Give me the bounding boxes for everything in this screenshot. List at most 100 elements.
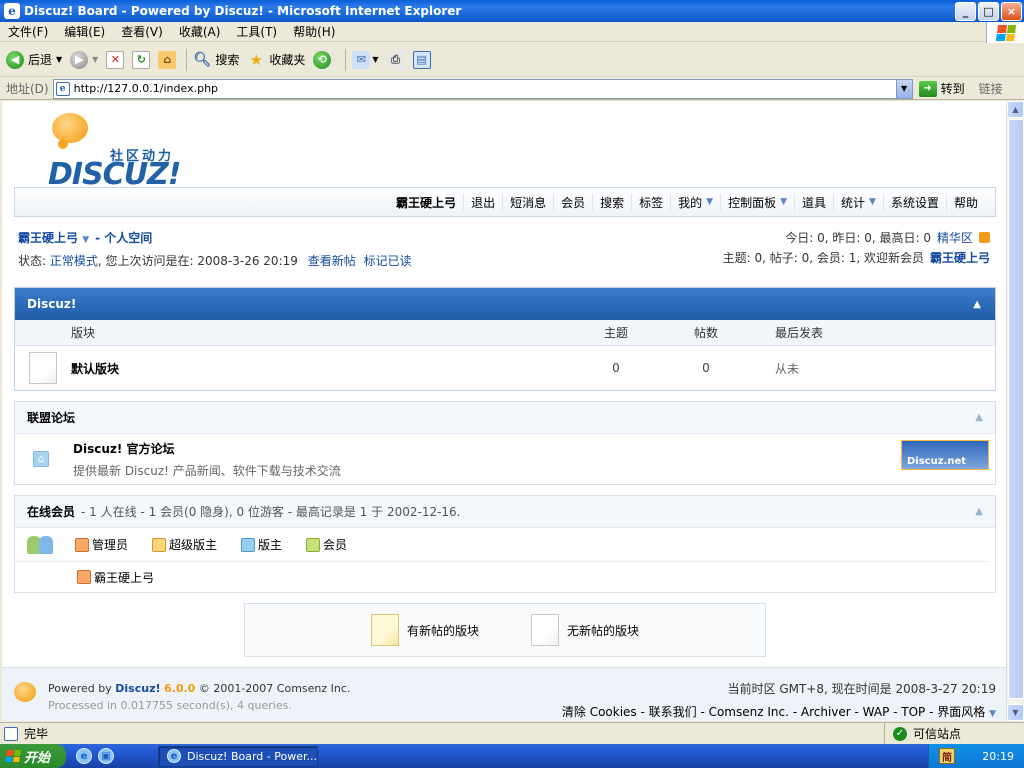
mail-dropdown-icon[interactable]: ▼	[372, 55, 378, 64]
close-button[interactable]: ×	[1001, 1, 1022, 21]
mark-read-link[interactable]: 标记已读	[364, 254, 412, 268]
favorites-button[interactable]: ★ 收藏夹	[247, 51, 306, 69]
back-dropdown-icon[interactable]: ▼	[56, 55, 62, 64]
digest-link[interactable]: 精华区	[937, 229, 973, 246]
window-title: Discuz! Board - Powered by Discuz! - Mic…	[24, 4, 462, 18]
edit-page-icon[interactable]: ▤	[412, 50, 431, 69]
forward-arrow-icon: ▶	[70, 50, 89, 69]
nav-stats[interactable]: 统计 ▼	[833, 193, 883, 211]
online-summary: - 1 人在线 - 1 会员(0 隐身), 0 位游客 - 最高记录是 1 于 …	[81, 505, 461, 519]
online-user-link[interactable]: 霸王硬上弓	[94, 569, 154, 586]
search-button[interactable]: 🔍︎ 搜索	[193, 51, 239, 69]
stop-icon[interactable]: ✕	[106, 50, 125, 69]
footer: Powered by Discuz! 6.0.0 © 2001-2007 Com…	[2, 667, 1006, 721]
nav-search[interactable]: 搜索	[592, 193, 631, 211]
start-label: 开始	[24, 750, 51, 766]
minimize-button[interactable]: _	[955, 1, 976, 21]
back-button[interactable]: ◀ 后退 ▼	[6, 50, 62, 69]
history-icon[interactable]: ⟲	[313, 50, 332, 69]
daily-stats: 今日: 0, 昨日: 0, 最高日: 0	[785, 230, 931, 245]
go-button[interactable]: ➜ 转到	[918, 80, 965, 97]
nav-tags[interactable]: 标签	[631, 193, 670, 211]
collapse-icon[interactable]: ▲	[973, 299, 981, 310]
scroll-down-icon[interactable]: ▼	[1007, 704, 1024, 721]
maximize-button[interactable]: □	[978, 1, 999, 21]
logo-bubble-icon	[52, 113, 88, 149]
footer-links[interactable]: 清除 Cookies - 联系我们 - Comsenz Inc. - Archi…	[562, 705, 985, 719]
menu-edit[interactable]: 编辑(E)	[56, 23, 113, 40]
menu-help[interactable]: 帮助(H)	[285, 23, 343, 40]
personal-space-link[interactable]: - 个人空间	[95, 229, 152, 246]
taskbar: 开始 e ▣ e Discuz! Board - Power... 简 20:1…	[0, 744, 1024, 768]
site-logo[interactable]: 社区动力 DISCUZ!	[48, 111, 188, 192]
forum-name-link[interactable]: 默认版块	[71, 360, 571, 377]
vertical-scrollbar[interactable]: ▲ ▼	[1006, 101, 1024, 721]
alliance-logo[interactable]: Discuz.net	[901, 440, 989, 470]
ie-quicklaunch-icon[interactable]: e	[76, 748, 92, 764]
product-link[interactable]: Discuz!	[115, 682, 160, 695]
copyright[interactable]: © 2001-2007 Comsenz Inc.	[199, 682, 351, 695]
mode-link[interactable]: 正常模式	[50, 254, 98, 268]
powered-by: Powered by	[48, 682, 112, 695]
total-stats: 主题: 0, 帖子: 0, 会员: 1, 欢迎新会员	[722, 250, 924, 265]
print-icon[interactable]: ⎙	[386, 50, 405, 69]
rss-icon[interactable]	[979, 231, 990, 243]
links-button[interactable]: 链接	[979, 80, 1003, 97]
legend-moderator: 版主	[258, 538, 283, 552]
taskbar-window-button[interactable]: e Discuz! Board - Power...	[158, 745, 318, 767]
nav-help[interactable]: 帮助	[945, 193, 985, 211]
forum-posts: 0	[702, 361, 710, 375]
menu-view[interactable]: 查看(V)	[113, 23, 171, 40]
nav-messages[interactable]: 短消息	[502, 193, 553, 211]
nav-my[interactable]: 我的 ▼	[670, 193, 720, 211]
go-arrow-icon: ➜	[918, 80, 937, 97]
menu-file[interactable]: 文件(F)	[0, 23, 56, 40]
legend-none: 无新帖的版块	[567, 623, 640, 638]
nav-control-panel[interactable]: 控制面板 ▼	[720, 193, 794, 211]
refresh-icon[interactable]: ↻	[132, 50, 151, 69]
mail-icon[interactable]: ✉	[352, 50, 371, 69]
nav-system-settings[interactable]: 系统设置	[882, 193, 946, 211]
forward-dropdown-icon[interactable]: ▼	[92, 55, 98, 64]
forward-button[interactable]: ▶ ▼	[70, 50, 98, 69]
scroll-up-icon[interactable]: ▲	[1007, 101, 1024, 118]
newest-member-link[interactable]: 霸王硬上弓	[930, 249, 990, 266]
scroll-thumb[interactable]	[1008, 119, 1024, 699]
online-title[interactable]: 在线会员	[27, 505, 75, 519]
toolbar: ◀ 后退 ▼ ▶ ▼ ✕ ↻ ⌂ 🔍︎ 搜索 ★ 收藏夹 ⟲ ✉ ▼ ⎙ ▤	[0, 43, 1024, 77]
start-button[interactable]: 开始	[0, 744, 66, 768]
go-label: 转到	[940, 82, 965, 96]
collapse-icon[interactable]: ▲	[975, 506, 983, 517]
back-label: 后退	[28, 53, 53, 67]
home-icon: ⌂	[33, 451, 49, 467]
menu-tools[interactable]: 工具(T)	[228, 23, 285, 40]
forum-table-header: 版块 主题 帖数 最后发表	[15, 320, 995, 346]
back-arrow-icon: ◀	[6, 50, 24, 69]
ie-icon: e	[167, 749, 181, 763]
home-icon[interactable]: ⌂	[158, 50, 177, 69]
forum-threads: 0	[612, 361, 620, 375]
security-zone[interactable]: ✓ 可信站点	[884, 722, 1024, 745]
nav-members[interactable]: 会员	[553, 193, 592, 211]
address-input[interactable]: e http://127.0.0.1/index.php ▼	[52, 78, 913, 99]
col-posts: 帖数	[693, 326, 718, 340]
menu-favorites[interactable]: 收藏(A)	[171, 23, 229, 40]
collapse-icon[interactable]: ▲	[975, 412, 983, 423]
address-url[interactable]: http://127.0.0.1/index.php	[74, 82, 896, 95]
nav-logout[interactable]: 退出	[463, 193, 502, 211]
desktop-quicklaunch-icon[interactable]: ▣	[98, 748, 114, 764]
member-icon	[306, 537, 321, 552]
nav-items[interactable]: 道具	[794, 193, 833, 211]
address-bar: 地址(D) e http://127.0.0.1/index.php ▼ ➜ 转…	[0, 78, 1024, 100]
chevron-down-icon: ▼	[706, 197, 714, 207]
processed-time: Processed in 0.017755 second(s), 4 queri…	[48, 699, 292, 712]
chevron-down-icon[interactable]: ▼	[989, 709, 996, 719]
address-dropdown-icon[interactable]: ▼	[895, 79, 912, 98]
forum-last-post: 从未	[775, 361, 800, 376]
view-new-posts-link[interactable]: 查看新帖	[308, 254, 356, 268]
nav-username[interactable]: 霸王硬上弓	[389, 194, 463, 211]
user-name-link[interactable]: 霸王硬上弓 ▼	[18, 229, 89, 246]
ime-icon[interactable]: 简	[939, 748, 955, 764]
category-title[interactable]: Discuz!	[27, 297, 76, 311]
alliance-name-link[interactable]: Discuz! 官方论坛	[73, 440, 341, 457]
